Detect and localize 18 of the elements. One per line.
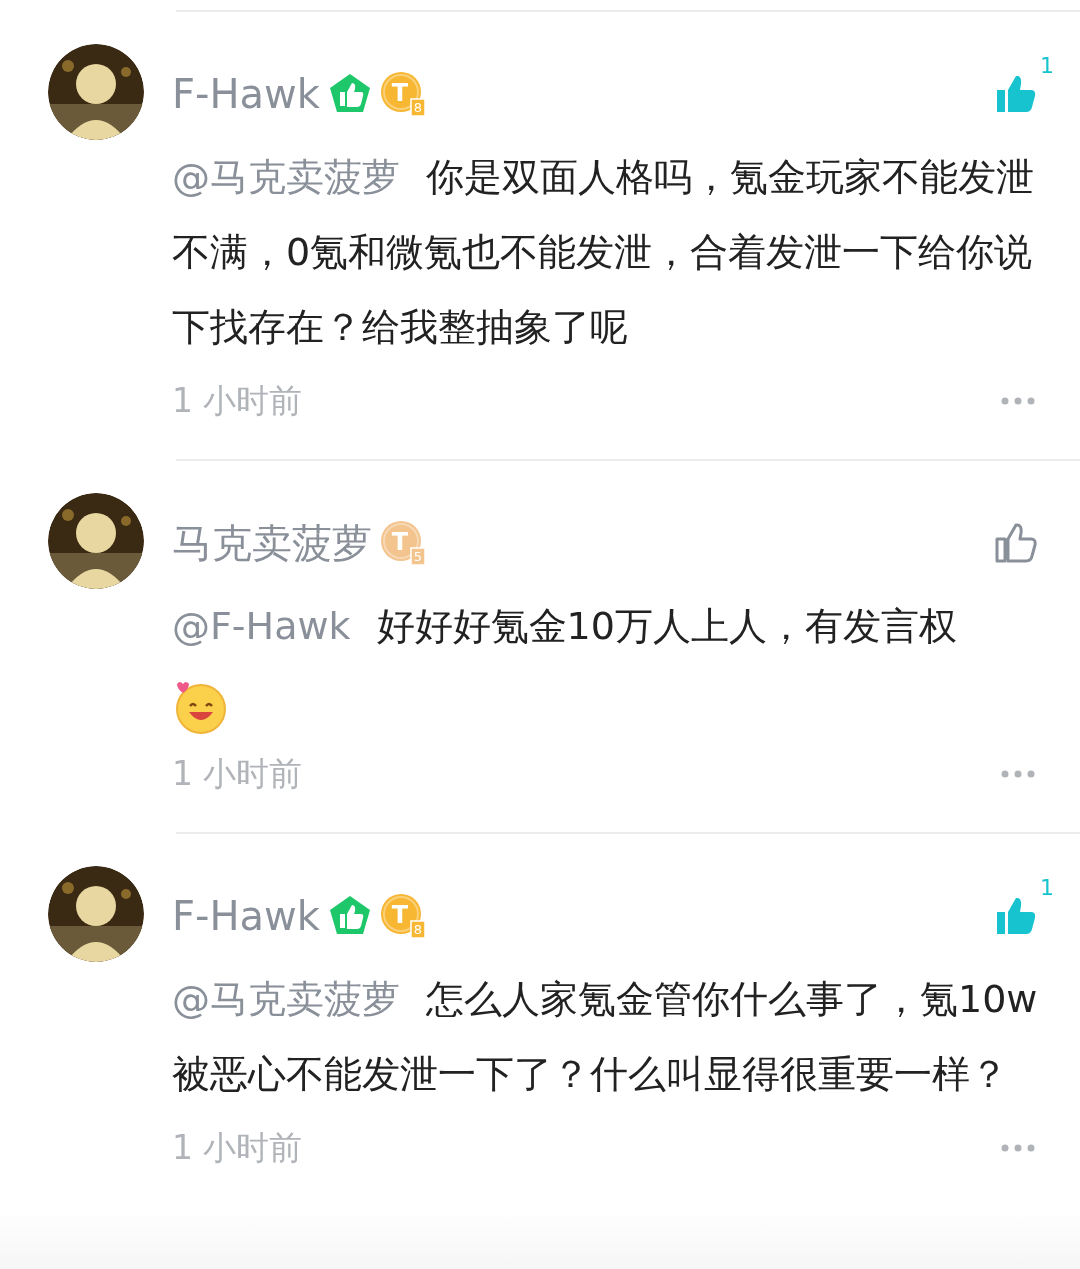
comment-text: @马克卖菠萝 怎么人家氪金管你什么事了，氪10w被恶心不能发泄一下了？什么叫显得很重要一样？ (172, 976, 1039, 1098)
like-count: 1 (1040, 53, 1054, 78)
mention-link[interactable]: @马克卖菠萝 (172, 155, 400, 199)
mention-link[interactable]: @马克卖菠萝 (172, 977, 400, 1021)
timestamp: 1 小时前 (172, 379, 303, 422)
username[interactable]: F-Hawk (172, 893, 320, 939)
more-icon[interactable] (1000, 396, 1036, 406)
username[interactable]: F-Hawk (172, 71, 320, 117)
timestamp: 1 小时前 (172, 1126, 303, 1169)
more-icon[interactable] (1000, 769, 1036, 779)
mention-link[interactable]: @F-Hawk (172, 604, 351, 648)
like-count: 1 (1040, 875, 1054, 900)
thumbs-up-icon[interactable] (994, 521, 1038, 565)
comment-text: @马克卖菠萝 你是双面人格吗，氪金玩家不能发泄不满，0氪和微氪也不能发泄，合着发泄一下给你说下找存在？给我整抽象了呢 (172, 154, 1035, 351)
timestamp: 1 小时前 (172, 752, 303, 795)
comment-text: @F-Hawk 好好好氪金10万人上人，有发言权 (172, 603, 958, 650)
username[interactable]: 马克卖菠萝 (172, 515, 372, 571)
more-icon[interactable] (1000, 1143, 1036, 1153)
